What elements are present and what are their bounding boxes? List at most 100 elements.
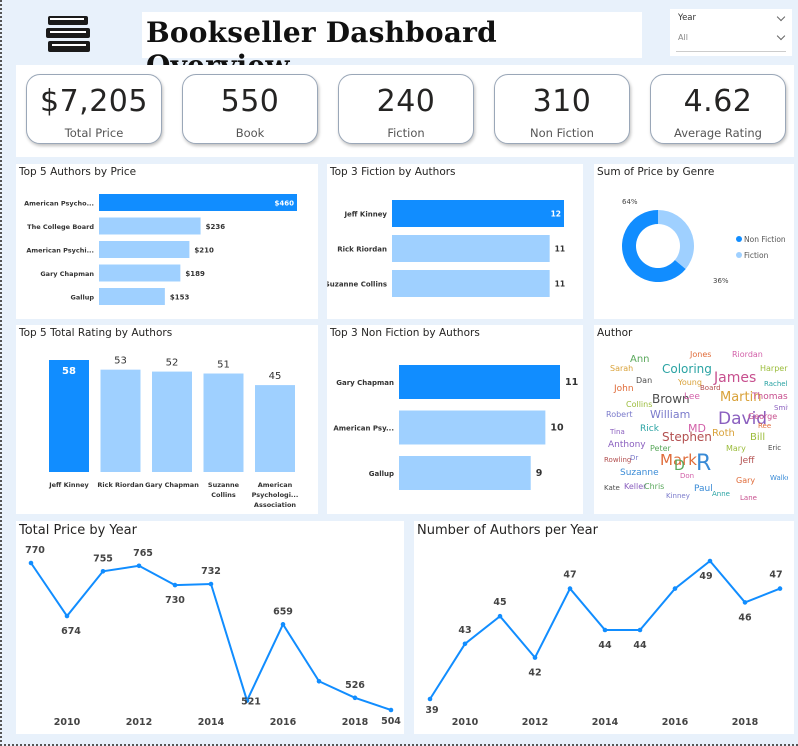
cloud-word: Board [700,384,721,392]
data-point [567,586,573,591]
header-icon-area [16,7,126,59]
data-label: 526 [345,680,365,691]
bar [399,410,546,445]
bar [99,264,181,282]
slicer-selected-value[interactable]: All [678,33,688,42]
x-tick-label: 2012 [126,717,152,728]
cloud-word: Riordan [732,350,763,359]
cloud-word: Rachel [764,380,788,388]
data-label: 45 [269,371,282,382]
cloud-word: Mary [726,444,746,453]
cloud-word: MD [688,422,706,435]
category-label: The College Board [27,223,94,231]
cloud-word: Tina [610,428,625,436]
year-slicer[interactable]: Year All [670,9,792,56]
cloud-word: James [714,370,757,386]
top3-nonfiction-chart: Gary Chapman 11 American Psy... 10 Gallup 9 [333,365,578,490]
kpi-card-average-rating[interactable]: 4.62 Average Rating [650,74,786,144]
data-label: 732 [201,566,221,577]
category-label: Gary Chapman [145,481,199,489]
data-label: 504 [381,716,401,727]
cloud-word: John [614,384,634,394]
kpi-card-fiction[interactable]: 240 Fiction [338,74,474,144]
data-label: 11 [555,245,565,254]
panel-top3-nonfiction[interactable]: Top 3 Non Fiction by Authors Gary Chapma… [327,325,583,514]
cloud-word: Harper [760,364,788,373]
bar [399,365,560,399]
category-label: American Psy... [333,425,394,433]
cloud-word: R [696,451,712,476]
data-label: 674 [61,626,81,637]
books-stack-icon [46,16,90,52]
cloud-word: Jones [690,350,712,359]
cloud-word: William [650,408,691,421]
data-point [672,586,678,591]
kpi-card-total-price[interactable]: $7,205 Total Price [26,74,162,144]
bar [203,373,244,472]
x-tick-label: 2010 [452,717,479,728]
x-tick-label: 2010 [54,717,81,728]
panel-price-by-year[interactable]: Total Price by Year 770 674 755 765 730 732 52… [16,521,404,734]
category-label: Jeff Kinney [343,211,387,219]
data-label: $210 [194,247,214,255]
price-by-genre-donut: 64% 36% Non Fiction Fiction [622,198,786,285]
x-tick-label: 2012 [522,717,548,728]
bar [399,456,531,490]
data-label: $460 [275,200,295,208]
data-point [172,582,178,588]
chevron-down-icon[interactable] [776,31,786,41]
cloud-word: Gary [736,476,756,485]
cloud-word: Eric [768,444,782,452]
cloud-word: Robert [606,410,633,419]
cloud-word: Walker [770,474,788,482]
data-point [602,627,608,633]
panel-top3-fiction[interactable]: Top 3 Fiction by Authors Jeff Kinney 12 Ri… [325,164,583,319]
data-label: 53 [114,356,127,367]
panel-price-by-genre[interactable]: Sum of Price by Genre 64% 36% Non Fiction F… [594,164,794,319]
chevron-down-icon[interactable] [776,12,786,22]
panel-title: Top 3 Non Fiction by Authors [330,327,480,339]
category-label: Gallup [71,294,95,302]
author-word-cloud: Mark David R D James Martin Brown Coloring Steph… [600,345,788,507]
data-label: 47 [563,570,576,581]
x-tick-label: 2014 [592,717,619,728]
panel-top5-rating[interactable]: Top 5 Total Rating by Authors 58 Jeff Kin… [16,325,318,514]
data-point [532,655,538,660]
bar [392,270,550,297]
kpi-value: 550 [220,84,280,119]
cloud-word: Lane [740,494,757,502]
legend-label: Fiction [744,251,769,260]
legend-label: Non Fiction [744,235,786,244]
cloud-word: Rowling [604,456,632,464]
kpi-value: 4.62 [683,84,753,119]
data-point [497,613,503,619]
panel-authors-per-year[interactable]: Number of Authors per Year 39 43 45 42 47 44 4… [414,521,794,734]
top5-authors-price-chart: American Psycho... $460 The College Board $… [24,194,297,305]
cloud-word: Kate [604,484,620,492]
panel-title: Sum of Price by Genre [597,166,715,178]
data-point [427,696,433,702]
kpi-strip: $7,205 Total Price 550 Book 240 Fiction … [16,65,794,157]
panel-top5-authors-price[interactable]: Top 5 Authors by Price American Psycho..… [16,164,318,319]
cloud-word: Anne [712,490,730,498]
kpi-card-book[interactable]: 550 Book [182,74,318,144]
data-label: $189 [185,270,205,278]
data-label: 11 [555,280,565,289]
legend-marker [736,236,742,242]
data-label: 659 [273,606,293,617]
panel-title: Top 5 Total Rating by Authors [19,327,173,339]
cloud-word: Sarah [610,364,634,373]
data-label: 9 [536,468,543,479]
kpi-card-non-fiction[interactable]: 310 Non Fiction [494,74,630,144]
bar [152,371,192,472]
panel-author-cloud[interactable]: Author Mark David R D James Martin Brown Colori… [594,325,794,514]
x-tick-label: 2018 [342,717,369,728]
kpi-label: Book [235,126,265,140]
data-point [280,622,286,627]
cloud-word: Thomas [752,392,788,402]
panel-title: Top 5 Authors by Price [19,166,137,178]
top5-rating-chart: 58 Jeff Kinney 53 Rick Riordan 52 Gary Chapma… [48,356,298,509]
data-point [352,695,358,701]
cloud-word: Paul [694,484,713,494]
data-point [462,641,468,647]
